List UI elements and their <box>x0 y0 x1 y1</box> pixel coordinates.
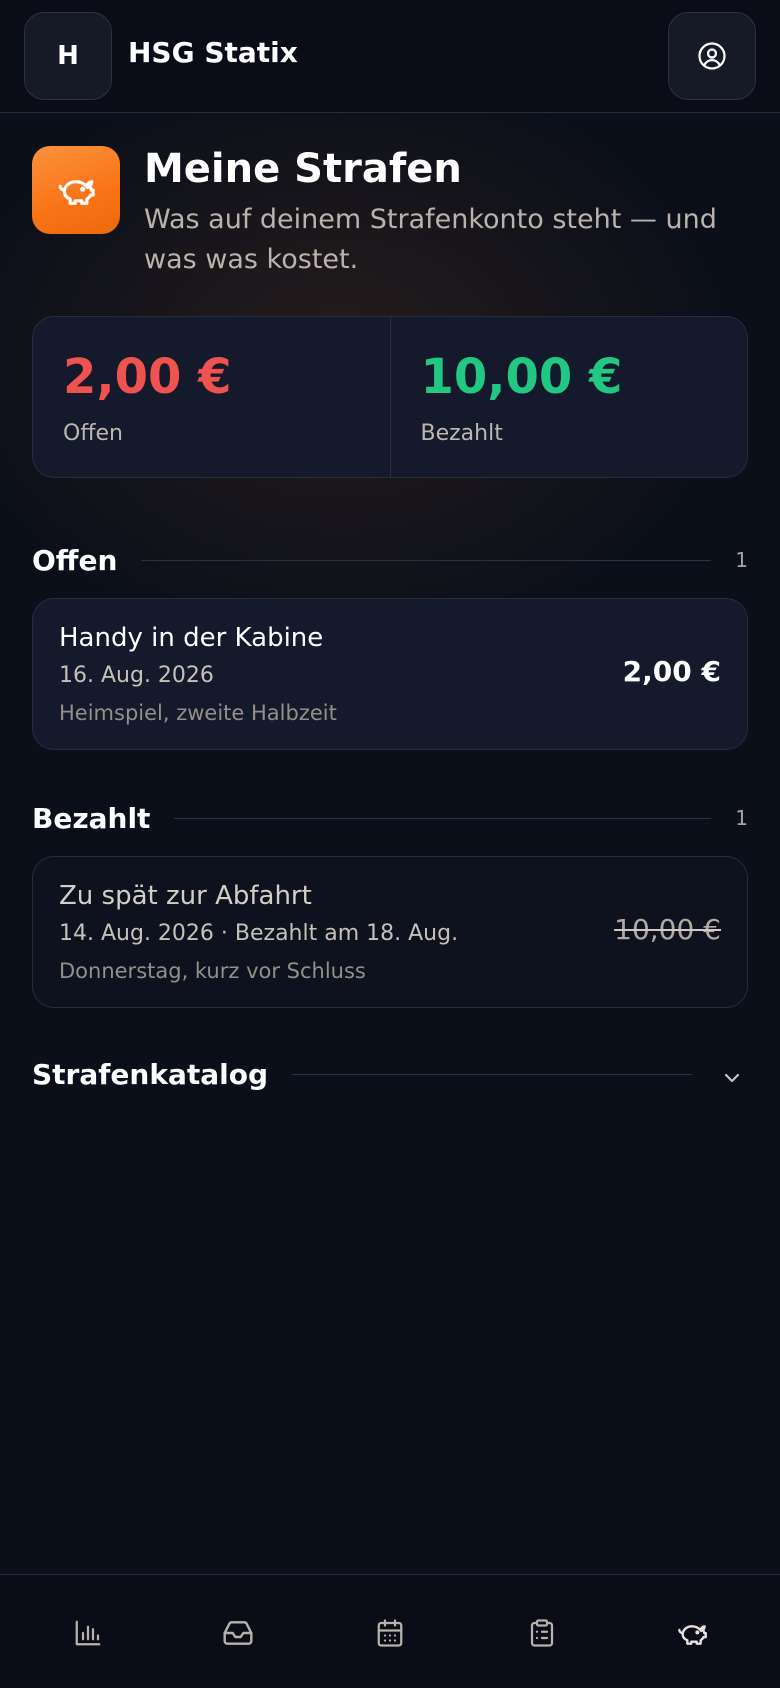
penalty-card-paid[interactable]: Zu spät zur Abfahrt 14. Aug. 2026 · Beza… <box>32 856 748 1008</box>
nav-inbox[interactable] <box>216 1611 260 1655</box>
section-divider <box>174 817 712 819</box>
hero-icon-tile <box>32 146 120 234</box>
section-header-paid: Bezahlt 1 <box>32 798 748 838</box>
page-title: Meine Strafen <box>144 146 462 192</box>
team-logo-button[interactable]: H <box>24 12 112 100</box>
page-subtitle: Was auf deinem Strafenkonto steht — und … <box>144 204 717 275</box>
nav-calendar[interactable] <box>368 1611 412 1655</box>
catalog-toggle-button[interactable] <box>712 1058 752 1098</box>
section-title-catalog: Strafenkatalog <box>32 1057 269 1091</box>
user-circle-icon <box>697 41 727 71</box>
penalty-date: 16. Aug. 2026 <box>59 663 214 688</box>
penalty-note: Heimspiel, zweite Halbzeit <box>59 701 337 725</box>
nav-penalties[interactable] <box>670 1611 714 1655</box>
piggy-bank-icon <box>56 170 96 210</box>
summary-paid: 10,00 € Bezahlt <box>389 317 748 477</box>
chevron-down-icon <box>720 1066 744 1090</box>
section-divider <box>141 559 712 561</box>
top-bar: H HSG Statix <box>0 0 780 113</box>
section-header-open: Offen 1 <box>32 540 748 580</box>
piggy-bank-icon <box>676 1617 708 1649</box>
penalty-date: 14. Aug. 2026 · Bezahlt am 18. Aug. <box>59 921 459 946</box>
app-title: HSG Statix <box>128 36 298 69</box>
open-total-value: 2,00 € <box>63 349 232 405</box>
nav-tasks[interactable] <box>520 1611 564 1655</box>
section-title-open: Offen <box>32 543 118 577</box>
penalty-card-open[interactable]: Handy in der Kabine 16. Aug. 2026 Heimsp… <box>32 598 748 750</box>
inbox-icon <box>222 1617 254 1649</box>
calendar-icon <box>375 1618 405 1648</box>
section-count-paid: 1 <box>735 806 748 830</box>
paid-total-value: 10,00 € <box>420 349 623 405</box>
section-count-open: 1 <box>735 548 748 572</box>
summary-open: 2,00 € Offen <box>33 317 390 477</box>
profile-button[interactable] <box>668 12 756 100</box>
clipboard-list-icon <box>527 1618 557 1648</box>
paid-total-label: Bezahlt <box>420 421 503 446</box>
penalty-amount: 2,00 € <box>622 655 721 688</box>
open-total-label: Offen <box>63 421 123 446</box>
section-header-catalog[interactable]: Strafenkatalog <box>32 1054 692 1094</box>
section-title-paid: Bezahlt <box>32 801 151 835</box>
penalty-title: Zu spät zur Abfahrt <box>59 881 312 911</box>
summary-card: 2,00 € Offen 10,00 € Bezahlt <box>32 316 748 478</box>
bar-chart-icon <box>73 1618 103 1648</box>
penalty-amount: 10,00 € <box>614 913 721 946</box>
section-divider <box>292 1073 692 1075</box>
bottom-nav <box>0 1574 780 1688</box>
penalty-title: Handy in der Kabine <box>59 623 324 653</box>
nav-stats[interactable] <box>66 1611 110 1655</box>
logo-letter: H <box>57 41 79 71</box>
penalty-note: Donnerstag, kurz vor Schluss <box>59 959 366 983</box>
